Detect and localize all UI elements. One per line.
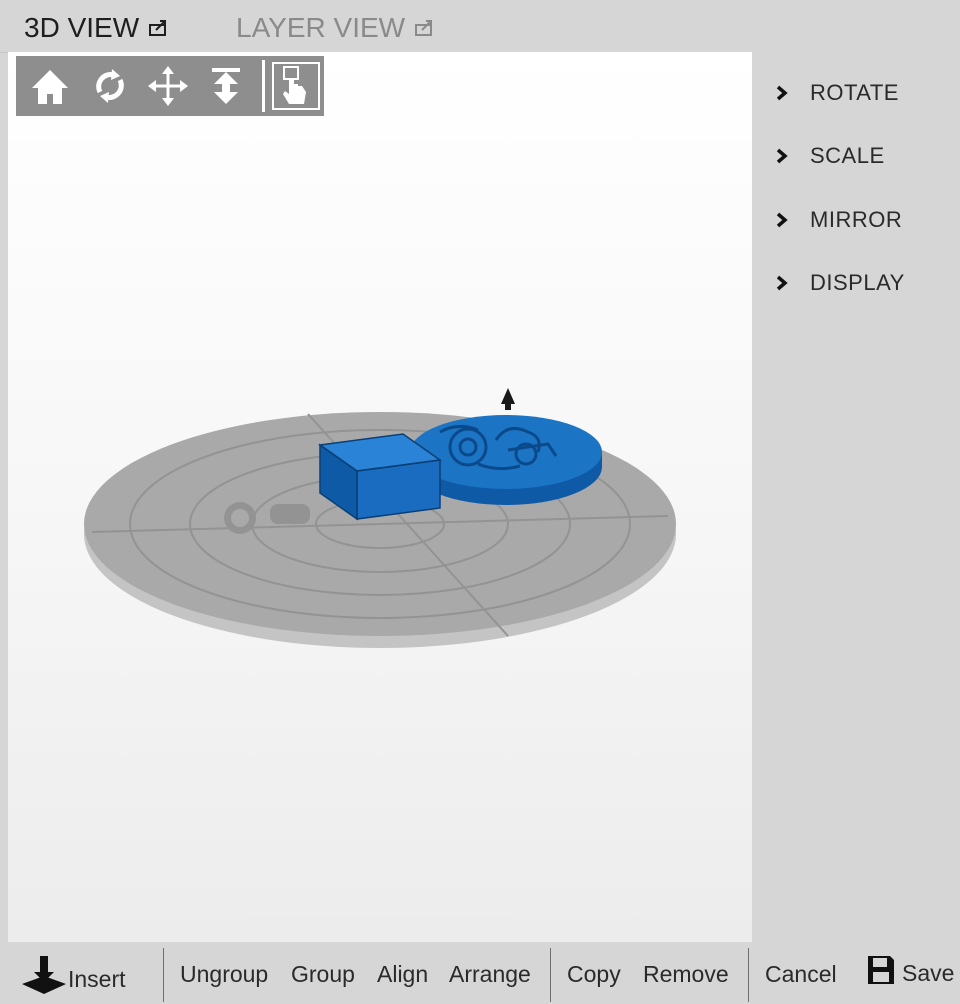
insert-icon xyxy=(20,954,70,1004)
rotate-view-icon[interactable] xyxy=(86,62,134,110)
popout-icon[interactable] xyxy=(149,19,169,37)
tab-layer-view[interactable]: LAYER VIEW xyxy=(236,12,435,44)
3d-viewport[interactable] xyxy=(8,52,752,942)
align-button[interactable]: Align xyxy=(377,961,428,988)
panel-item-display[interactable]: DISPLAY xyxy=(776,270,905,296)
select-icon[interactable] xyxy=(272,62,320,110)
divider xyxy=(163,948,164,1002)
panel-item-scale[interactable]: SCALE xyxy=(776,143,885,169)
popout-icon[interactable] xyxy=(415,19,435,37)
group-button[interactable]: Group xyxy=(291,961,355,988)
box-model xyxy=(317,433,443,521)
floppy-disk-icon xyxy=(866,954,896,992)
home-icon[interactable] xyxy=(26,62,74,110)
view-toolbar xyxy=(16,56,324,116)
copy-button[interactable]: Copy xyxy=(567,961,621,988)
divider xyxy=(550,948,551,1002)
pan-icon[interactable] xyxy=(144,62,192,110)
selection-marker xyxy=(501,388,515,410)
panel-item-rotate[interactable]: ROTATE xyxy=(776,80,899,106)
insert-label: Insert xyxy=(68,965,126,992)
insert-button[interactable]: Insert xyxy=(20,954,126,1004)
arrange-button[interactable]: Arrange xyxy=(449,961,531,988)
panel-item-label: ROTATE xyxy=(810,80,899,105)
bottom-action-bar: Insert Ungroup Group Align Arrange Copy … xyxy=(0,942,960,1003)
tab-layer-view-label: LAYER VIEW xyxy=(236,12,406,43)
tab-3d-view[interactable]: 3D VIEW xyxy=(24,12,169,44)
chevron-right-icon xyxy=(776,275,788,291)
chevron-right-icon xyxy=(776,212,788,228)
view-tab-bar: 3D VIEW LAYER VIEW xyxy=(0,0,960,53)
tab-3d-view-label: 3D VIEW xyxy=(24,12,140,43)
panel-item-label: SCALE xyxy=(810,143,885,168)
save-label: Save xyxy=(902,959,955,986)
cancel-button[interactable]: Cancel xyxy=(765,961,837,988)
panel-item-label: MIRROR xyxy=(810,207,903,232)
panel-item-label: DISPLAY xyxy=(810,270,905,295)
ungroup-button[interactable]: Ungroup xyxy=(180,961,268,988)
lift-icon[interactable] xyxy=(202,62,250,110)
remove-button[interactable]: Remove xyxy=(643,961,729,988)
save-button[interactable]: Save xyxy=(866,954,954,992)
panel-item-mirror[interactable]: MIRROR xyxy=(776,207,902,233)
chevron-right-icon xyxy=(776,85,788,101)
toolbar-separator xyxy=(262,60,265,112)
print-bed-scene[interactable] xyxy=(8,52,752,942)
transform-side-panel: ROTATE SCALE MIRROR DISPLAY xyxy=(752,52,960,942)
chevron-right-icon xyxy=(776,148,788,164)
divider xyxy=(748,948,749,1002)
